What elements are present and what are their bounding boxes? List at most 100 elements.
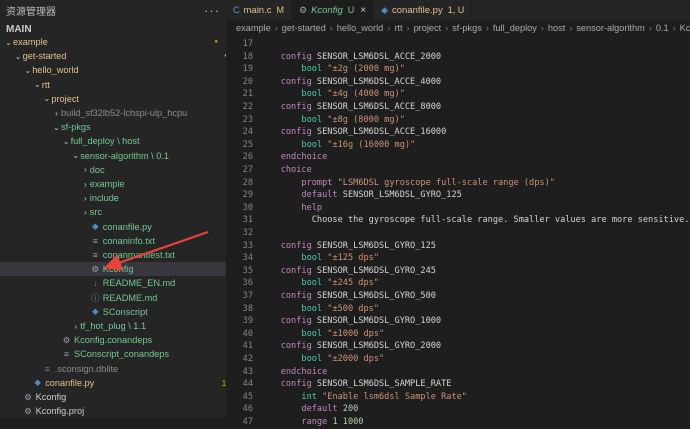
breadcrumb-separator-icon: › xyxy=(387,23,391,33)
breadcrumb-item[interactable]: project xyxy=(414,23,442,33)
git-status-dot-icon: ● xyxy=(214,39,218,46)
line-number: 47 xyxy=(242,417,253,427)
more-actions-icon[interactable]: ··· xyxy=(204,3,220,18)
chevron-down-icon[interactable]: ⌄ xyxy=(62,137,71,146)
breadcrumb-separator-icon: › xyxy=(648,23,652,33)
git-status-badge: 1, U xyxy=(447,5,465,15)
breadcrumb-item[interactable]: rtt xyxy=(394,23,402,33)
chevron-down-icon[interactable]: ⌄ xyxy=(52,123,61,132)
chevron-right-icon[interactable]: › xyxy=(52,109,61,118)
line-number: 42 xyxy=(242,354,253,364)
tree-item-label: conanmanifest.txt xyxy=(102,250,175,261)
code-token: bool xyxy=(260,278,328,289)
line-number: 40 xyxy=(242,328,253,339)
close-icon[interactable]: × xyxy=(360,5,366,16)
tree-item[interactable]: ⌄get-started● xyxy=(0,49,240,63)
line-number: 45 xyxy=(242,391,253,402)
code-text: bool "±16g (16000 mg)" xyxy=(260,139,415,152)
code-token: "Enable lsm6dsl Sample Rate" xyxy=(322,391,467,402)
code-line: 44 config SENSOR_LSM6DSL_SAMPLE_RATE xyxy=(226,378,690,391)
breadcrumb-item[interactable]: Kconfig xyxy=(680,23,690,33)
breadcrumb-item[interactable]: hello_world xyxy=(337,23,383,33)
code-token: "±2g (2000 mg)" xyxy=(327,64,405,75)
tree-item[interactable]: ⌄rtt● xyxy=(0,78,259,92)
file-type-icon: ◆ xyxy=(381,4,389,15)
breadcrumb-item[interactable]: example xyxy=(236,23,271,33)
tree-item-label: README.md xyxy=(102,292,158,303)
code-token: "LSM6DSL gyroscope full-scale range (dps… xyxy=(337,177,555,188)
code-line: 45 int "Enable lsm6dsl Sample Rate" xyxy=(226,391,690,404)
code-text: config SENSOR_LSM6DSL_GYRO_125 xyxy=(260,240,436,253)
chevron-down-icon[interactable]: ⌄ xyxy=(71,151,80,160)
breadcrumb-item[interactable]: get-started xyxy=(282,23,326,33)
tab-kconfig[interactable]: ⚙ Kconfig U × xyxy=(291,0,375,20)
code-token: choice xyxy=(260,165,312,175)
code-text: bool "±8g (8000 mg)" xyxy=(260,114,404,127)
code-token: bool xyxy=(260,328,328,339)
chevron-right-icon[interactable]: › xyxy=(81,165,90,174)
code-token: config xyxy=(260,76,317,87)
code-text: endchoice xyxy=(260,366,328,379)
line-number: 38 xyxy=(242,303,253,314)
breadcrumb-item[interactable]: full_deploy xyxy=(493,23,537,33)
line-number: 22 xyxy=(242,102,253,112)
chevron-down-icon[interactable]: ⌄ xyxy=(23,66,32,75)
breadcrumb-separator-icon: › xyxy=(485,23,489,33)
code-line: 36 bool "±245 dps" xyxy=(226,277,690,290)
chevron-right-icon[interactable]: › xyxy=(71,322,80,331)
chevron-right-icon[interactable]: › xyxy=(81,194,90,203)
code-token: "±500 dps" xyxy=(327,303,380,314)
chevron-down-icon[interactable]: ⌄ xyxy=(4,38,13,47)
workspace-name: MAIN xyxy=(6,23,32,35)
code-token: config xyxy=(260,316,317,327)
code-text: bool "±4g (4000 mg)" xyxy=(260,88,404,101)
code-token: config xyxy=(260,127,317,138)
code-text: config SENSOR_LSM6DSL_ACCE_2000 xyxy=(260,51,441,64)
tree-item[interactable]: ◆conanfile.py1, U xyxy=(0,376,249,390)
code-text: config SENSOR_LSM6DSL_SAMPLE_RATE xyxy=(260,378,452,391)
code-token: bool xyxy=(260,89,328,100)
tab-main-c[interactable]: Cmain.c M xyxy=(226,0,292,20)
tree-item[interactable]: ≡ .sconsign.dblite xyxy=(0,362,259,376)
tab-conanfile-py[interactable]: ◆ conanfile.py 1, U xyxy=(374,0,473,20)
code-token: SENSOR_LSM6DSL_ACCE_4000 xyxy=(316,76,442,87)
code-token: bool xyxy=(260,114,328,125)
chevron-down-icon[interactable]: ⌄ xyxy=(42,94,51,103)
tree-item-label: example xyxy=(13,37,48,48)
code-token: "±16g (16000 mg)" xyxy=(327,139,416,150)
tree-item[interactable]: ⚙ Kconfig xyxy=(0,390,240,404)
line-number: 17 xyxy=(242,39,253,49)
code-token: "±245 dps" xyxy=(327,278,380,289)
file-type-icon: ⚙ xyxy=(24,405,32,416)
tree-item[interactable]: ⌄hello_world● xyxy=(0,63,249,77)
code-token: SENSOR_LSM6DSL_GYRO_125 xyxy=(316,240,436,251)
chevron-right-icon[interactable]: › xyxy=(81,180,90,189)
code-line: 42 bool "±2000 dps" xyxy=(226,353,690,366)
tree-item-label: build_sf32lb52-lchspi-ulp_hcpu xyxy=(61,108,188,119)
code-text: bool "±125 dps" xyxy=(260,252,379,265)
chevron-down-icon[interactable]: ⌄ xyxy=(33,80,42,89)
code-text: config SENSOR_LSM6DSL_GYRO_1000 xyxy=(260,315,441,328)
code-token: SENSOR_LSM6DSL_GYRO_1000 xyxy=(316,316,442,327)
code-text: config SENSOR_LSM6DSL_GYRO_2000 xyxy=(260,340,441,353)
code-text: default 200 xyxy=(260,403,358,416)
code-line: 41 config SENSOR_LSM6DSL_GYRO_2000 xyxy=(226,340,690,353)
tree-item[interactable]: ⚙ Kconfig.proj xyxy=(0,404,240,418)
breadcrumb-item[interactable]: host xyxy=(548,23,565,33)
tree-item[interactable]: ⌄ example ● xyxy=(0,35,230,49)
chevron-down-icon[interactable]: ⌄ xyxy=(14,52,23,61)
file-type-icon: ◆ xyxy=(92,221,99,232)
breadcrumb-item[interactable]: sensor-algorithm xyxy=(576,23,644,33)
chevron-right-icon[interactable]: › xyxy=(81,208,90,217)
breadcrumb-item[interactable]: sf-pkgs xyxy=(452,23,482,33)
code-text: config SENSOR_LSM6DSL_ACCE_16000 xyxy=(260,126,447,139)
code-token: bool xyxy=(260,139,328,150)
code-token: config xyxy=(260,51,317,62)
line-number: 34 xyxy=(242,253,253,264)
code-line: 39 config SENSOR_LSM6DSL_GYRO_1000 xyxy=(226,315,690,328)
file-type-icon: ↓ xyxy=(93,278,98,289)
code-text: Choose the gyroscope full-scale range. S… xyxy=(260,214,690,227)
code-line: 19 bool "±2g (2000 mg)" xyxy=(226,63,690,76)
breadcrumb-item[interactable]: 0.1 xyxy=(656,23,669,33)
line-number: 43 xyxy=(242,366,253,377)
